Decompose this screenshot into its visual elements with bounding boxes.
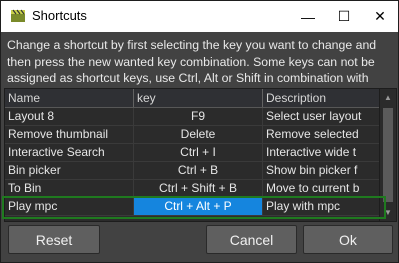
table-row-selected[interactable]: Play mpc Ctrl + Alt + P Play with mpc — [5, 198, 381, 216]
table-row[interactable]: Interactive Search Ctrl + I Interactive … — [5, 144, 381, 162]
header-key[interactable]: key — [134, 89, 263, 107]
ok-button[interactable]: Ok — [303, 225, 393, 254]
cell-name: Interactive Search — [5, 144, 134, 161]
cell-key[interactable]: Ctrl + I — [134, 144, 263, 161]
cell-name: To Bin — [5, 180, 134, 197]
vertical-scrollbar[interactable]: ▲ ▼ — [379, 89, 396, 221]
cell-name: Play mpc — [5, 198, 134, 215]
cell-key[interactable]: F9 — [134, 108, 263, 125]
title-bar[interactable]: Shortcuts — ☐ ✕ — [1, 1, 398, 32]
maximize-button[interactable]: ☐ — [326, 1, 362, 32]
cell-key-selected[interactable]: Ctrl + Alt + P — [134, 198, 263, 215]
scroll-thumb[interactable] — [383, 108, 393, 202]
table-row[interactable]: To Bin Ctrl + Shift + B Move to current … — [5, 180, 381, 198]
window-title: Shortcuts — [32, 8, 87, 23]
cell-key[interactable]: Ctrl + Shift + B — [134, 180, 263, 197]
scroll-down-arrow-icon[interactable]: ▼ — [380, 204, 396, 221]
close-button[interactable]: ✕ — [362, 1, 398, 32]
table-row[interactable]: Bin picker Ctrl + B Show bin picker f — [5, 162, 381, 180]
cell-key[interactable]: Ctrl + B — [134, 162, 263, 179]
shortcuts-table[interactable]: Name key Description Layout 8 F9 Select … — [4, 88, 397, 222]
cell-name: Layout 8 — [5, 108, 134, 125]
table-body: Layout 8 F9 Select user layout Remove th… — [5, 108, 381, 216]
clapperboard-icon — [10, 9, 26, 23]
cell-description: Show bin picker f — [263, 162, 381, 179]
cell-name: Bin picker — [5, 162, 134, 179]
minimize-button[interactable]: — — [290, 1, 326, 32]
shortcuts-dialog: Shortcuts — ☐ ✕ Change a shortcut by fir… — [0, 0, 399, 263]
header-description[interactable]: Description — [263, 89, 381, 107]
header-name[interactable]: Name — [5, 89, 134, 107]
cell-description: Select user layout — [263, 108, 381, 125]
cell-description: Move to current b — [263, 180, 381, 197]
table-row[interactable]: Remove thumbnail Delete Remove selected — [5, 126, 381, 144]
cell-key[interactable]: Delete — [134, 126, 263, 143]
cell-description: Remove selected — [263, 126, 381, 143]
cell-description: Play with mpc — [263, 198, 381, 215]
scroll-up-arrow-icon[interactable]: ▲ — [380, 89, 396, 106]
reset-button[interactable]: Reset — [8, 225, 100, 254]
table-row[interactable]: Layout 8 F9 Select user layout — [5, 108, 381, 126]
cell-description: Interactive wide t — [263, 144, 381, 161]
table-header: Name key Description — [5, 89, 381, 108]
cancel-button[interactable]: Cancel — [206, 225, 297, 254]
cell-name: Remove thumbnail — [5, 126, 134, 143]
